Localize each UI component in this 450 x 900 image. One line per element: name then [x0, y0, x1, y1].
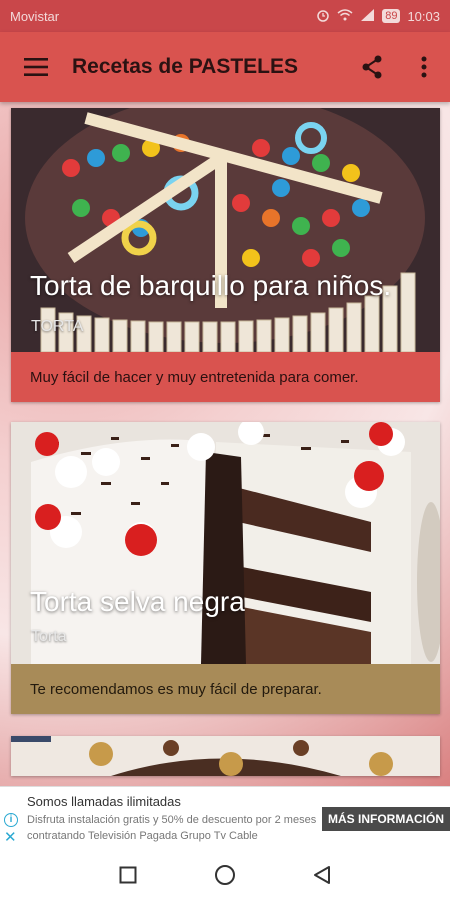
more-vert-icon — [421, 56, 427, 78]
wifi-icon — [337, 8, 353, 24]
alarm-icon — [316, 8, 330, 25]
ad-cta-button[interactable]: MÁS INFORMACIÓN — [322, 807, 450, 831]
battery-level: 89 — [382, 9, 401, 23]
carrier-name: Movistar — [10, 8, 60, 24]
recipe-card[interactable]: Torta selva negra Torta Te recomendamos … — [11, 422, 440, 714]
recipe-image: Torta de barquillo para niños. TORTA — [11, 108, 440, 352]
app-bar: Recetas de PASTELES — [0, 32, 450, 102]
recipe-title: Torta selva negra — [30, 586, 245, 617]
status-bar: Movistar 89 10:03 — [0, 0, 450, 32]
ad-title: Somos llamadas ilimitadas — [27, 794, 181, 809]
more-options-button[interactable] — [398, 32, 450, 102]
share-icon — [362, 55, 382, 79]
clock: 10:03 — [407, 8, 440, 24]
menu-icon — [24, 58, 48, 76]
recipe-category: Torta — [31, 628, 67, 645]
recipe-list[interactable]: Torta de barquillo para niños. TORTA Muy… — [0, 102, 450, 786]
page-title: Recetas de PASTELES — [72, 55, 299, 78]
ad-text: Disfruta instalación gratis y 50% de des… — [27, 814, 317, 842]
recipe-description: Te recomendamos es muy fácil de preparar… — [11, 664, 440, 714]
info-icon[interactable]: i — [4, 813, 18, 827]
recipe-card[interactable] — [11, 736, 440, 776]
recipe-title: Torta de barquillo para niños. — [30, 270, 392, 301]
ad-banner[interactable]: Somos llamadas ilimitadas Disfruta insta… — [0, 786, 450, 850]
menu-button[interactable] — [0, 32, 72, 102]
close-icon[interactable]: ✕ — [4, 830, 17, 845]
home-button[interactable] — [205, 855, 245, 895]
back-button[interactable] — [302, 855, 342, 895]
signal-icon — [360, 8, 375, 24]
recipe-image — [11, 736, 440, 776]
recipe-description: Muy fácil de hacer y muy entretenida par… — [11, 352, 440, 402]
circle-icon — [214, 865, 235, 885]
recipe-image: Torta selva negra Torta — [11, 422, 440, 664]
recipe-card[interactable]: Torta de barquillo para niños. TORTA Muy… — [11, 108, 440, 402]
share-button[interactable] — [346, 32, 398, 102]
system-nav-bar — [0, 850, 450, 900]
triangle-icon — [313, 866, 330, 884]
recipe-category: TORTA — [31, 318, 84, 335]
square-icon — [119, 866, 137, 884]
recents-button[interactable] — [108, 855, 148, 895]
